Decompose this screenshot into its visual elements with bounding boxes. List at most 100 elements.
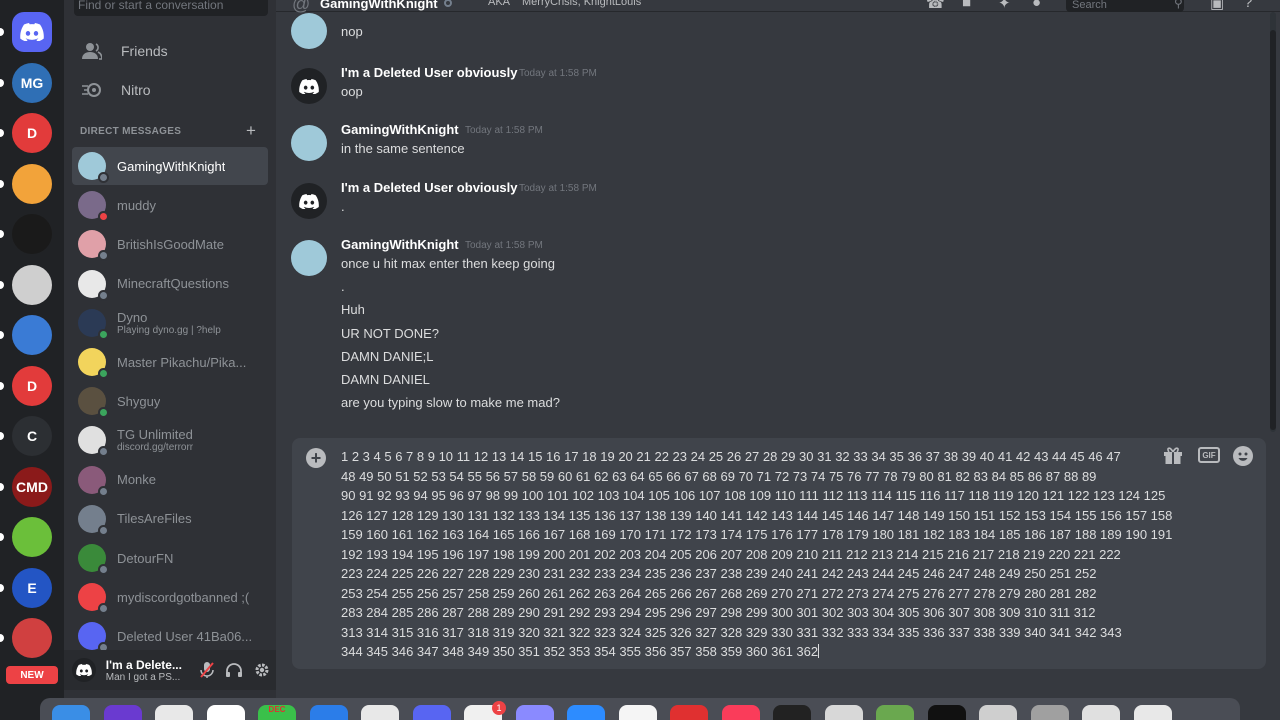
- dock-app-icon[interactable]: [206, 705, 245, 720]
- attach-button[interactable]: +: [306, 448, 326, 468]
- server-unread-pip: [0, 129, 4, 137]
- nitro-label: Nitro: [121, 82, 151, 98]
- dm-item[interactable]: TilesAreFiles: [72, 500, 268, 538]
- avatar[interactable]: [291, 68, 327, 104]
- server-icon[interactable]: [12, 517, 52, 557]
- aka-label: AKA: [488, 0, 511, 8]
- dock-app-icon[interactable]: [670, 705, 708, 720]
- dock-app-icon[interactable]: [515, 705, 554, 720]
- help-icon[interactable]: ?: [1244, 0, 1252, 11]
- dm-item[interactable]: BritishIsGoodMate: [72, 225, 268, 263]
- dock-app-icon[interactable]: [927, 705, 966, 720]
- dm-name: Dyno: [117, 309, 148, 325]
- dock-app-icon[interactable]: [567, 705, 605, 720]
- dock-app-icon[interactable]: [618, 705, 657, 720]
- dock-app-icon[interactable]: [721, 705, 760, 720]
- server-icon[interactable]: [12, 618, 52, 658]
- avatar: [78, 308, 109, 340]
- avatar[interactable]: [72, 658, 96, 682]
- avatar[interactable]: [291, 240, 327, 276]
- sidebar-item-nitro[interactable]: Nitro: [72, 71, 268, 109]
- message-input[interactable]: 1 2 3 4 5 6 7 8 9 10 11 12 13 14 15 16 1…: [341, 447, 1172, 662]
- server-icon[interactable]: D: [12, 113, 52, 153]
- dm-item[interactable]: mydiscordgotbanned ;(: [72, 578, 268, 616]
- server-icon[interactable]: CMD: [12, 466, 52, 507]
- dock-app-icon[interactable]: [824, 705, 863, 720]
- dock-app-icon[interactable]: [979, 705, 1017, 720]
- dm-item[interactable]: MinecraftQuestions: [72, 265, 268, 303]
- deafen-button[interactable]: [221, 656, 249, 684]
- dm-item[interactable]: TG Unlimited discord.gg/terrorr: [72, 421, 268, 459]
- dm-activity: Playing dyno.gg | ?help: [117, 324, 221, 336]
- emoji-button[interactable]: [1233, 446, 1253, 466]
- dm-item[interactable]: Dyno Playing dyno.gg | ?help: [72, 304, 268, 342]
- composer-line: 223 224 225 226 227 228 229 230 231 232 …: [341, 566, 1097, 581]
- dm-item[interactable]: Master Pikachu/Pika...: [72, 343, 268, 381]
- server-icon[interactable]: [12, 214, 52, 254]
- mic-muted-icon: [199, 662, 214, 678]
- home-button[interactable]: [12, 12, 52, 52]
- status-indicator-icon: [98, 524, 109, 536]
- server-icon[interactable]: C: [12, 416, 52, 456]
- call-icon[interactable]: ☎: [926, 0, 945, 12]
- server-icon[interactable]: [12, 315, 52, 355]
- server-unread-pip: [0, 432, 4, 440]
- avatar: [78, 426, 109, 458]
- dock-app-icon[interactable]: [412, 705, 451, 720]
- dock-app-icon[interactable]: [1030, 705, 1069, 720]
- text-caret: [818, 644, 820, 658]
- dm-name: muddy: [117, 197, 157, 213]
- scrollbar-thumb[interactable]: [1270, 30, 1276, 430]
- user-panel: I'm a Delete... Man I got a PS...: [64, 650, 276, 690]
- dm-item[interactable]: muddy: [72, 186, 268, 224]
- message-composer[interactable]: + 1 2 3 4 5 6 7 8 9 10 11 12 13 14 15 16…: [292, 438, 1266, 669]
- user-settings-button[interactable]: [248, 656, 276, 684]
- add-friend-icon[interactable]: ●: [1032, 0, 1041, 11]
- gift-button[interactable]: [1163, 446, 1183, 466]
- search-input[interactable]: Search: [1066, 0, 1184, 12]
- dm-item[interactable]: DetourFN: [72, 539, 268, 577]
- mute-button[interactable]: [193, 656, 221, 684]
- avatar[interactable]: [291, 125, 327, 161]
- video-icon[interactable]: ■: [962, 0, 971, 11]
- dm-item[interactable]: Shyguy: [72, 382, 268, 420]
- server-icon[interactable]: [12, 163, 52, 204]
- server-icon[interactable]: [12, 264, 52, 305]
- dock-app-icon[interactable]: [309, 705, 348, 720]
- dock-app-icon[interactable]: [155, 705, 193, 720]
- dock-app-icon[interactable]: [103, 705, 142, 720]
- server-unread-pip: [0, 533, 4, 541]
- message-author[interactable]: GamingWithKnight: [341, 237, 459, 252]
- avatar[interactable]: [291, 13, 327, 49]
- dm-sidebar: Find or start a conversation Friends Nit…: [64, 0, 276, 720]
- inbox-icon[interactable]: ▣: [1210, 0, 1224, 12]
- dock-app-icon[interactable]: [361, 705, 399, 720]
- server-icon[interactable]: E: [12, 567, 52, 608]
- search-input[interactable]: Find or start a conversation: [74, 0, 268, 16]
- dock-app-icon[interactable]: [876, 705, 914, 720]
- message-author[interactable]: I'm a Deleted User obviously: [341, 65, 517, 80]
- dock-app-icon[interactable]: [1133, 705, 1172, 720]
- dm-item[interactable]: GamingWithKnight: [72, 147, 268, 185]
- dm-text: mydiscordgotbanned ;(: [117, 590, 249, 605]
- dock-app-icon[interactable]: DEC: [258, 705, 296, 720]
- gif-button[interactable]: GIF: [1198, 447, 1220, 463]
- create-dm-button[interactable]: +: [246, 121, 256, 141]
- message-author[interactable]: I'm a Deleted User obviously: [341, 180, 517, 195]
- dock-app-icon[interactable]: [773, 705, 811, 720]
- message-author[interactable]: GamingWithKnight: [341, 122, 459, 137]
- status-indicator-icon: [98, 485, 109, 497]
- composer-line: 48 49 50 51 52 53 54 55 56 57 58 59 60 6…: [341, 468, 1097, 484]
- dock-app-icon[interactable]: [52, 705, 90, 720]
- server-icon[interactable]: D: [12, 365, 52, 406]
- pin-icon[interactable]: ✦: [998, 0, 1011, 12]
- server-icon[interactable]: MG: [12, 62, 52, 103]
- channel-name: GamingWithKnight: [320, 0, 438, 11]
- sidebar-item-friends[interactable]: Friends: [72, 32, 268, 70]
- dock-app-icon[interactable]: [1082, 705, 1120, 720]
- dm-item[interactable]: Monke: [72, 461, 268, 499]
- dm-text: Shyguy: [117, 394, 160, 409]
- dm-text: muddy: [117, 198, 156, 213]
- dock-app-icon[interactable]: 1: [464, 701, 506, 720]
- avatar[interactable]: [291, 183, 327, 219]
